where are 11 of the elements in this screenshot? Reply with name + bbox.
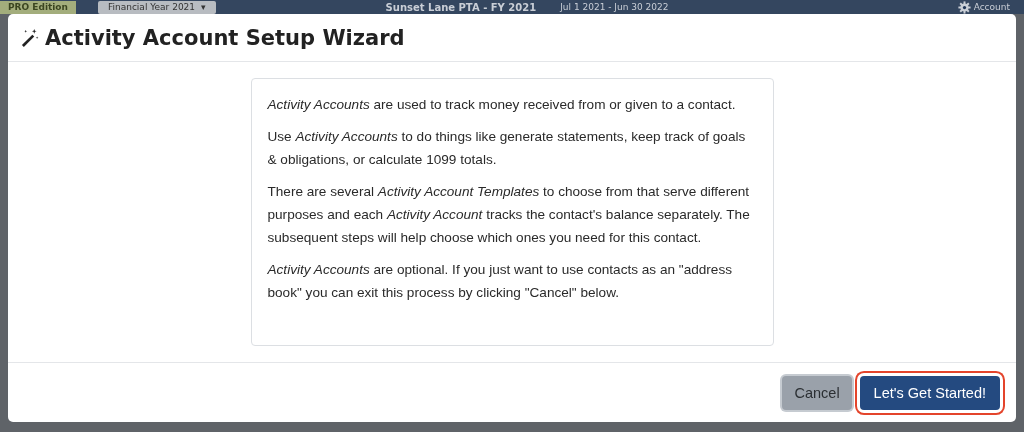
cancel-button[interactable]: Cancel	[782, 375, 852, 410]
period-text: Jul 1 2021 - Jun 30 2022	[560, 0, 669, 14]
paragraph: Activity Accounts are optional. If you just want to use contacts as an "address book" you can exit this process by clicking "Cancel" below.	[267, 261, 733, 302]
edition-badge: PRO Edition	[0, 0, 76, 14]
paragraph: Activity Accounts are used to track money received from or given to a contact.	[267, 96, 737, 114]
magic-wand-icon	[20, 28, 39, 47]
dialog-title: Activity Account Setup Wizard	[45, 25, 405, 50]
organization-title: Sunset Lane PTA - FY 2021	[385, 0, 537, 14]
paragraph: There are several Activity Account Templates to choose from that serve different purposes and each Activity Account tracks the contact's balance separately. The subsequent steps will help choose which ones you need for this contact.	[267, 183, 751, 247]
year-select[interactable]: Financial Year 2021 ▾	[97, 0, 216, 14]
paragraph: Use Activity Accounts to do things like generate statements, keep track of goals & obligations, or calculate 1099 totals.	[267, 128, 747, 169]
